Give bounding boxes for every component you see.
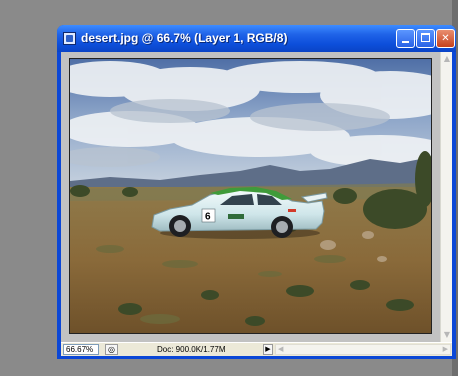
desert-photo: 6 [70, 59, 431, 333]
scroll-down-icon[interactable]: ▼ [443, 330, 451, 340]
close-button[interactable]: ✕ [436, 29, 455, 48]
maximize-icon [421, 33, 430, 42]
document-size-info: Doc: 900.0K/1.77M [157, 345, 226, 354]
scroll-up-icon[interactable]: ▲ [443, 54, 451, 64]
horizontal-scrollbar[interactable]: ◀ ▶ [275, 344, 451, 355]
vertical-scrollbar[interactable]: ▲ ▼ [440, 52, 452, 342]
document-window[interactable]: desert.jpg @ 66.7% (Layer 1, RGB/8) ✕ 6 … [57, 25, 456, 359]
minimize-button[interactable] [396, 29, 415, 48]
document-client-area: 6 ▲ ▼ 66.67% ◎ Doc: 900.0K/1.77M ▶ ◀ ▶ [61, 52, 452, 356]
document-statusbar: 66.67% ◎ Doc: 900.0K/1.77M ▶ ◀ ▶ [61, 342, 452, 356]
window-titlebar[interactable]: desert.jpg @ 66.7% (Layer 1, RGB/8) ✕ [57, 25, 456, 52]
maximize-button[interactable] [416, 29, 435, 48]
canvas-area[interactable]: 6 [61, 52, 440, 342]
image-canvas[interactable]: 6 [69, 58, 432, 334]
minimize-icon [402, 41, 409, 43]
zoom-field[interactable]: 66.67% [63, 344, 99, 355]
status-menu-button[interactable]: ▶ [263, 344, 273, 355]
photoshop-document-icon[interactable] [63, 32, 76, 45]
scroll-left-icon[interactable]: ◀ [278, 345, 283, 354]
window-title: desert.jpg @ 66.7% (Layer 1, RGB/8) [81, 31, 288, 45]
scroll-right-icon[interactable]: ▶ [443, 345, 448, 354]
info-icon: ◎ [108, 345, 115, 354]
workspace-bottom-edge [0, 376, 458, 380]
close-icon: ✕ [441, 33, 450, 44]
svg-text:6: 6 [205, 212, 211, 223]
status-info-button[interactable]: ◎ [105, 344, 118, 355]
